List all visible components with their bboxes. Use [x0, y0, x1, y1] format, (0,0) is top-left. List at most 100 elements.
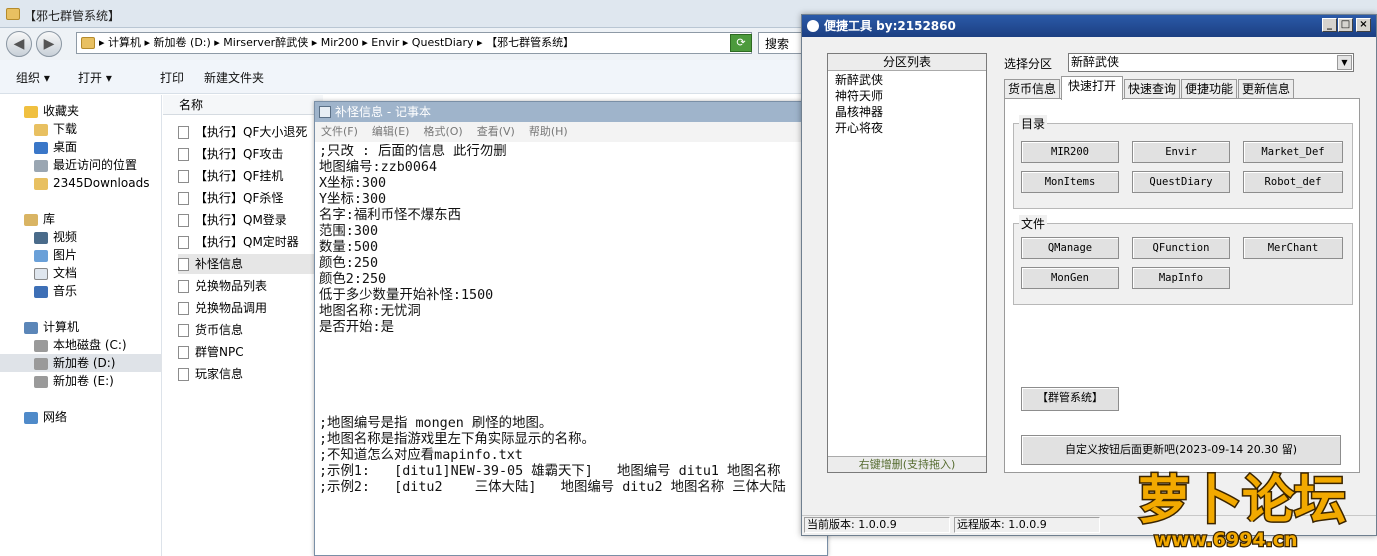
local-version: 当前版本: 1.0.0.9	[804, 517, 950, 533]
open-mir200-button[interactable]: MIR200	[1021, 141, 1119, 163]
partition-item[interactable]: 神符天师	[835, 88, 985, 104]
maximize-button[interactable]: □	[1338, 18, 1353, 32]
file-item-selected[interactable]: 补怪信息	[178, 254, 318, 274]
open-envir-button[interactable]: Envir	[1132, 141, 1230, 163]
nav-drive-e[interactable]: 新加卷 (E:)	[0, 372, 162, 390]
download-folder-icon	[34, 123, 48, 136]
nav-videos[interactable]: 视频	[0, 228, 162, 246]
recent-places-icon	[34, 159, 48, 172]
nav-drive-c[interactable]: 本地磁盘 (C:)	[0, 336, 162, 354]
menu-help[interactable]: 帮助(H)	[529, 125, 568, 138]
menu-file[interactable]: 文件(F)	[321, 125, 358, 138]
partition-item[interactable]: 晶核神器	[835, 104, 985, 120]
notepad-line: ;地图编号是指 mongen 刷怪的地图。	[319, 416, 553, 431]
text-file-icon	[178, 324, 189, 337]
partition-item[interactable]: 开心将夜	[835, 120, 985, 136]
file-item[interactable]: 【执行】QF攻击	[178, 144, 318, 164]
address-bar[interactable]: ▸ 计算机 ▸ 新加卷 (D:) ▸ Mirserver醉武侠 ▸ Mir200…	[76, 32, 752, 54]
nav-libraries[interactable]: 库	[0, 210, 162, 228]
text-file-icon	[178, 280, 189, 293]
menu-edit[interactable]: 编辑(E)	[372, 125, 410, 138]
watermark-name: 萝卜论坛	[1138, 471, 1346, 531]
new-folder-button[interactable]: 新建文件夹	[204, 69, 264, 86]
nav-desktop[interactable]: 桌面	[0, 138, 162, 156]
column-header-name[interactable]: 名称	[163, 95, 323, 115]
tab-quick-open[interactable]: 快速打开	[1061, 76, 1123, 100]
file-item[interactable]: 【执行】QF挂机	[178, 166, 318, 186]
notepad-line: 地图名称:无忧洞	[319, 304, 421, 319]
notepad-title: 补怪信息 - 记事本	[335, 105, 431, 119]
menu-format[interactable]: 格式(O)	[423, 125, 462, 138]
nav-favorites[interactable]: 收藏夹	[0, 102, 162, 120]
refresh-icon[interactable]: ⟳	[730, 34, 752, 52]
text-file-icon	[178, 214, 189, 227]
nav-computer[interactable]: 计算机	[0, 318, 162, 336]
nav-pictures[interactable]: 图片	[0, 246, 162, 264]
text-file-icon	[178, 192, 189, 205]
open-qfunction-button[interactable]: QFunction	[1132, 237, 1230, 259]
open-button[interactable]: 打开 ▾	[78, 69, 112, 86]
text-file-icon	[178, 170, 189, 183]
nav-music[interactable]: 音乐	[0, 282, 162, 300]
network-icon	[24, 411, 38, 424]
file-item[interactable]: 货币信息	[178, 320, 318, 340]
nav-downloads[interactable]: 下载	[0, 120, 162, 138]
file-item[interactable]: 群管NPC	[178, 342, 318, 362]
forward-button[interactable]: ▶	[36, 31, 62, 57]
file-item[interactable]: 【执行】QF杀怪	[178, 188, 318, 208]
library-icon	[24, 213, 38, 226]
computer-icon	[24, 321, 38, 334]
tab-update-info[interactable]: 更新信息	[1238, 79, 1294, 99]
notepad-line: Y坐标:300	[319, 192, 387, 207]
open-market-def-button[interactable]: Market_Def	[1243, 141, 1343, 163]
notepad-title-bar[interactable]: 补怪信息 - 记事本	[315, 102, 827, 122]
open-mongen-button[interactable]: MonGen	[1021, 267, 1119, 289]
nav-recent[interactable]: 最近访问的位置	[0, 156, 162, 174]
tab-utilities[interactable]: 便捷功能	[1181, 79, 1237, 99]
open-merchant-button[interactable]: MerChant	[1243, 237, 1343, 259]
notepad-line: ;不知道怎么对应看mapinfo.txt	[319, 448, 523, 463]
partition-select[interactable]: 新醉武侠 ▼	[1068, 53, 1354, 72]
file-item[interactable]: 【执行】QF大小退死	[178, 122, 318, 142]
group-system-button[interactable]: 【群管系统】	[1021, 387, 1119, 411]
tab-panel: 目录 MIR200 Envir Market_Def MonItems Ques…	[1004, 98, 1360, 473]
drive-icon	[34, 357, 48, 370]
remote-version: 远程版本: 1.0.0.9	[954, 517, 1100, 533]
print-button[interactable]: 打印	[160, 69, 184, 86]
organize-button[interactable]: 组织 ▾	[16, 69, 50, 86]
open-robot-def-button[interactable]: Robot_def	[1243, 171, 1343, 193]
notepad-text-area[interactable]: ;只改 : 后面的信息 此行勿删 地图编号:zzb0064 X坐标:300 Y坐标:3…	[319, 144, 823, 554]
close-button[interactable]: ×	[1356, 18, 1371, 32]
file-group	[1013, 223, 1353, 305]
directory-group	[1013, 123, 1353, 209]
minimize-button[interactable]: _	[1322, 18, 1337, 32]
notepad-line	[319, 384, 823, 400]
file-item[interactable]: 兑换物品调用	[178, 298, 318, 318]
open-questdiary-button[interactable]: QuestDiary	[1132, 171, 1230, 193]
music-icon	[34, 285, 48, 298]
nav-2345downloads[interactable]: 2345Downloads	[0, 174, 162, 192]
open-qmanage-button[interactable]: QManage	[1021, 237, 1119, 259]
notepad-line: 地图编号:zzb0064	[319, 160, 438, 175]
file-item[interactable]: 玩家信息	[178, 364, 318, 384]
tool-title-bar[interactable]: 便捷工具 by:2152860	[802, 15, 1376, 37]
explorer-title: 【邪七群管系统】	[24, 9, 121, 23]
nav-network[interactable]: 网络	[0, 408, 162, 426]
nav-documents[interactable]: 文档	[0, 264, 162, 282]
back-button[interactable]: ◀	[6, 31, 32, 57]
file-item[interactable]: 兑换物品列表	[178, 276, 318, 296]
menu-view[interactable]: 查看(V)	[477, 125, 515, 138]
file-item[interactable]: 【执行】QM定时器	[178, 232, 318, 252]
notepad-line: 是否开始:是	[319, 320, 395, 335]
notepad-line: 颜色2:250	[319, 272, 387, 287]
file-item[interactable]: 【执行】QM登录	[178, 210, 318, 230]
notepad-line: ;示例1: [ditu1]NEW-39-05 雄霸天下] 地图编号 ditu1 …	[319, 464, 781, 479]
nav-drive-d[interactable]: 新加卷 (D:)	[0, 354, 162, 372]
partition-item[interactable]: 新醉武侠	[835, 72, 985, 88]
drive-icon	[34, 339, 48, 352]
open-monitems-button[interactable]: MonItems	[1021, 171, 1119, 193]
tab-quick-query[interactable]: 快速查询	[1124, 79, 1180, 99]
open-mapinfo-button[interactable]: MapInfo	[1132, 267, 1230, 289]
chevron-down-icon[interactable]: ▼	[1337, 55, 1352, 70]
tab-currency[interactable]: 货币信息	[1004, 79, 1060, 99]
